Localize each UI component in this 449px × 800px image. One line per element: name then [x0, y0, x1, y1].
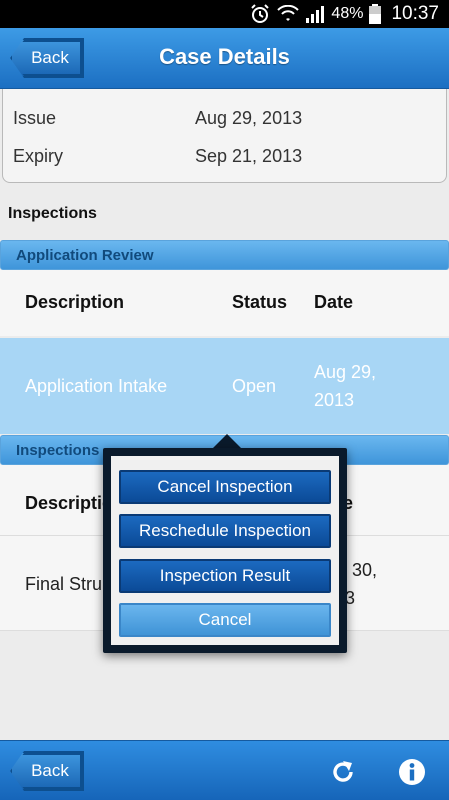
inspections-section-title: Inspections: [8, 205, 97, 222]
expiry-row: Expiry Sep 21, 2013: [13, 146, 302, 167]
popup-arrow: [213, 434, 241, 448]
column-description: Description: [25, 292, 125, 312]
popup-body: Cancel Inspection Reschedule Inspection …: [111, 456, 339, 645]
refresh-icon[interactable]: [328, 757, 358, 787]
row-date-line2: 2013: [314, 390, 355, 410]
row-date-line1: 30,: [352, 560, 378, 580]
column-date: Date: [314, 292, 354, 312]
reschedule-inspection-button[interactable]: Reschedule Inspection: [119, 514, 331, 548]
row-date-line1: Aug 29,: [314, 362, 377, 382]
column-status: Status: [232, 292, 288, 312]
issue-row: Issue Aug 29, 2013: [13, 108, 302, 129]
column-description: Descriptio: [25, 493, 114, 513]
inspection-result-button[interactable]: Inspection Result: [119, 559, 331, 593]
wifi-icon: [277, 5, 300, 23]
cancel-button[interactable]: Cancel: [119, 603, 331, 637]
row-description: Application Intake: [25, 376, 168, 396]
page-title: Case Details: [159, 44, 290, 69]
group-header-application-review[interactable]: Application Review: [0, 240, 449, 270]
expiry-value: Sep 21, 2013: [195, 146, 303, 166]
expiry-label: Expiry: [13, 146, 64, 166]
battery-percent: 48%: [331, 5, 364, 22]
bottom-toolbar: Back: [0, 740, 449, 800]
status-bar: 48% 10:37: [0, 0, 449, 28]
title-bar: Back Case Details: [0, 28, 449, 89]
action-popup: Cancel Inspection Reschedule Inspection …: [103, 448, 347, 653]
table-row[interactable]: Application Intake Open Aug 29, 2013: [0, 338, 449, 434]
issue-value: Aug 29, 2013: [195, 108, 303, 128]
row-status: Open: [232, 376, 277, 396]
info-icon[interactable]: [397, 757, 427, 787]
footer-back-button[interactable]: Back: [10, 751, 84, 791]
clock: 10:37: [391, 3, 439, 24]
battery-icon: [369, 4, 382, 24]
details-card: Issue Aug 29, 2013 Expiry Sep 21, 2013: [2, 89, 447, 183]
cancel-inspection-button[interactable]: Cancel Inspection: [119, 470, 331, 504]
issue-label: Issue: [13, 108, 57, 128]
alarm-icon: [249, 4, 271, 24]
signal-icon: [305, 5, 325, 23]
column-headers: Description Status Date: [0, 270, 449, 336]
row-description: Final Stru: [25, 574, 103, 594]
